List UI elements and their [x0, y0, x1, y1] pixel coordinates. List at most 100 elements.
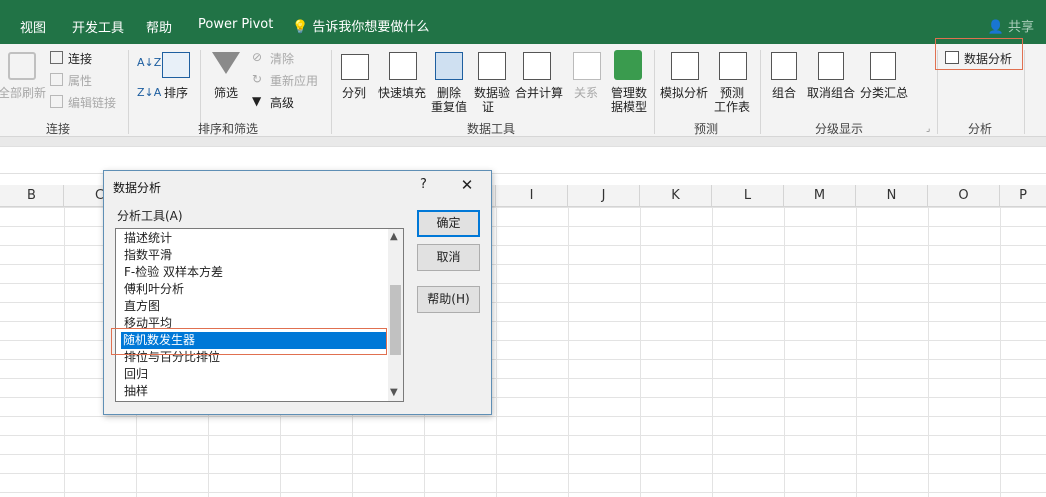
dialog-title: 数据分析	[113, 181, 162, 195]
person-icon: 👤	[987, 20, 1004, 35]
filter-icon	[212, 52, 240, 74]
scroll-up-icon[interactable]: ▲	[390, 231, 398, 242]
subtotal-icon	[870, 52, 896, 80]
tab-developer[interactable]: 开发工具	[72, 17, 124, 36]
help-question-button[interactable]: ?	[420, 177, 427, 192]
column-header[interactable]: K	[640, 185, 712, 207]
list-item[interactable]: 描述统计	[122, 230, 388, 247]
filter-button[interactable]: 筛选	[214, 84, 238, 101]
close-icon[interactable]: ✕	[454, 174, 480, 196]
grid-line	[928, 207, 929, 497]
list-item[interactable]: 指数平滑	[122, 247, 388, 264]
group-label-sort-filter: 排序和筛选	[198, 122, 259, 136]
properties-button[interactable]: 属性	[68, 72, 92, 89]
sort-az-icon[interactable]: A↓Z	[137, 56, 161, 69]
clear-button[interactable]: 清除	[270, 50, 294, 67]
sort-button[interactable]: 排序	[164, 84, 188, 101]
group-separator	[654, 50, 655, 134]
column-header[interactable]: B	[0, 185, 64, 207]
scroll-down-icon[interactable]: ▼	[390, 387, 398, 398]
group-label-forecast: 预测	[694, 122, 719, 136]
column-header[interactable]: J	[568, 185, 640, 207]
group-label-connections: 连接	[46, 122, 71, 136]
refresh-all-button[interactable]: 全部刷新	[0, 84, 46, 101]
group-label-data-tools: 数据工具	[467, 122, 516, 136]
analysis-tools-label: 分析工具(A)	[117, 209, 183, 223]
remove-duplicates-label-2: 重复值	[431, 100, 468, 114]
group-label-outline: 分级显示	[815, 122, 864, 136]
list-item[interactable]: 回归	[122, 366, 388, 383]
group-separator	[760, 50, 761, 134]
list-scrollbar[interactable]: ▲ ▼	[388, 229, 403, 401]
selection-highlight	[111, 328, 387, 355]
reapply-icon: ↻	[252, 72, 263, 86]
edit-links-button[interactable]: 编辑链接	[68, 94, 116, 111]
data-analysis-dialog: 数据分析 ? ✕ 分析工具(A) 描述统计 指数平滑 F-检验 双样本方差 傅利…	[103, 170, 492, 415]
data-validation-label-2: 证	[482, 100, 495, 114]
connections-button[interactable]: 连接	[68, 50, 92, 67]
ungroup-icon	[818, 52, 844, 80]
grid-line	[640, 207, 641, 497]
refresh-all-icon	[8, 52, 36, 80]
group-button[interactable]: 组合	[772, 84, 796, 101]
flash-fill-icon	[389, 52, 417, 80]
column-header[interactable]: P	[1000, 185, 1046, 207]
lightbulb-icon: 💡	[292, 20, 309, 35]
consolidate-button[interactable]: 合并计算	[515, 84, 563, 101]
relationships-icon	[573, 52, 601, 80]
grid-line	[784, 207, 785, 497]
column-header[interactable]: N	[856, 185, 928, 207]
forecast-sheet-icon	[719, 52, 747, 80]
reapply-button[interactable]: 重新应用	[270, 72, 318, 89]
list-item[interactable]: 直方图	[122, 298, 388, 315]
dialog-launcher-icon[interactable]: ⌟	[926, 124, 930, 134]
text-to-columns-button[interactable]: 分列	[342, 84, 366, 101]
what-if-analysis-button[interactable]: 模拟分析	[660, 84, 708, 101]
list-item[interactable]: 抽样	[122, 383, 388, 400]
data-analysis-button[interactable]: 数据分析	[964, 50, 1012, 67]
grid-line	[1000, 207, 1001, 497]
data-validation-icon	[478, 52, 506, 80]
grid-line	[496, 207, 497, 497]
consolidate-icon	[523, 52, 551, 80]
subtotal-button[interactable]: 分类汇总	[860, 84, 908, 101]
data-analysis-icon	[945, 51, 959, 64]
ungroup-button[interactable]: 取消组合	[807, 84, 855, 101]
ribbon-data-tab: 全部刷新 连接 属性 编辑链接 连接 A↓Z Z↓A 排序 筛选 ⊘ 清除 ↻ …	[0, 38, 1046, 137]
grid-line	[856, 207, 857, 497]
list-item[interactable]: F-检验 双样本方差	[122, 264, 388, 281]
forecast-sheet-label-2: 工作表	[714, 100, 751, 114]
ribbon-tab-bar: 视图 开发工具 帮助 Power Pivot 💡 告诉我你想要做什么 👤 共享	[0, 0, 1046, 44]
group-separator	[1024, 50, 1025, 134]
properties-icon	[50, 73, 63, 86]
advanced-button[interactable]: 高级	[270, 94, 294, 111]
data-model-icon	[614, 50, 642, 80]
tell-me-text: 告诉我你想要做什么	[312, 20, 430, 35]
clear-icon: ⊘	[252, 50, 263, 64]
ok-button[interactable]: 确定	[417, 210, 480, 237]
tell-me-search[interactable]: 💡 告诉我你想要做什么	[292, 16, 429, 35]
share-label: 共享	[1007, 20, 1034, 35]
group-separator	[331, 50, 332, 134]
tab-view[interactable]: 视图	[20, 17, 46, 36]
flash-fill-button[interactable]: 快速填充	[378, 84, 426, 101]
sort-za-icon[interactable]: Z↓A	[137, 86, 161, 99]
analysis-tools-listbox[interactable]: 描述统计 指数平滑 F-检验 双样本方差 傅利叶分析 直方图 移动平均 随机数发…	[115, 228, 404, 402]
what-if-icon	[671, 52, 699, 80]
tab-help[interactable]: 帮助	[146, 17, 172, 36]
share-button[interactable]: 👤 共享	[988, 16, 1034, 35]
scrollbar-thumb[interactable]	[390, 285, 401, 355]
column-header[interactable]: L	[712, 185, 784, 207]
column-header[interactable]: O	[928, 185, 1000, 207]
grid-line	[64, 207, 65, 497]
relationships-button[interactable]: 关系	[574, 84, 598, 101]
group-icon	[771, 52, 797, 80]
list-item[interactable]: 傅利叶分析	[122, 281, 388, 298]
column-header[interactable]: I	[496, 185, 568, 207]
help-button[interactable]: 帮助(H)	[417, 286, 480, 313]
cancel-button[interactable]: 取消	[417, 244, 480, 271]
column-header[interactable]: M	[784, 185, 856, 207]
tab-power-pivot[interactable]: Power Pivot	[198, 17, 273, 32]
grid-line	[712, 207, 713, 497]
ribbon-gap	[0, 137, 1046, 146]
